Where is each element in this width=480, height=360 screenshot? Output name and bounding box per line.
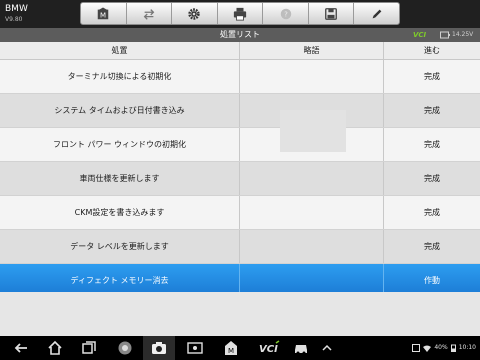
home-icon: M [98, 6, 109, 19]
vci-button[interactable]: VCI [258, 339, 280, 357]
vci-status: VCI [413, 31, 427, 39]
abbreviation-cell [240, 230, 384, 263]
abbreviation-cell [240, 196, 384, 229]
print-button[interactable] [218, 3, 264, 24]
svg-text:M: M [100, 11, 106, 19]
toolbar: M ? [80, 2, 400, 25]
app-name: BMW [5, 4, 28, 14]
diagnostics-home-button[interactable]: M [222, 339, 240, 357]
vehicle-swap-button[interactable] [127, 3, 173, 24]
action-cell: ターミナル切換による初期化 [0, 60, 240, 93]
notification-expand-button[interactable] [318, 339, 336, 357]
status-cell: 完成 [424, 242, 440, 251]
action-cell: 車両仕様を更新します [0, 162, 240, 195]
gear-icon [188, 7, 201, 20]
table-row[interactable]: CKM設定を書き込みます 完成 [0, 196, 480, 230]
title-bar: BMW V9.80 M ? [0, 0, 480, 28]
camera-button[interactable] [150, 339, 168, 357]
status-cell: 完成 [424, 208, 440, 217]
clock: 10:10 [458, 344, 476, 351]
recent-apps-icon [82, 341, 96, 354]
camera-icon [152, 342, 166, 354]
home-nav-button[interactable] [46, 339, 64, 357]
empty-area [0, 292, 480, 332]
screen-record-icon [187, 342, 203, 354]
system-status: 40% 10:10 [412, 343, 476, 353]
action-cell: フロント パワー ウィンドウの初期化 [0, 128, 240, 161]
status-cell: 完成 [424, 106, 440, 115]
home-icon: M [225, 341, 237, 355]
abbreviation-cell [240, 162, 384, 195]
voltage-readout: 14.25V [452, 31, 474, 38]
pencil-icon [372, 9, 382, 18]
action-cell: システム タイムおよび日付書き込み [0, 94, 240, 127]
svg-text:VCI: VCI [259, 344, 278, 355]
wifi-icon [423, 345, 432, 352]
app-version: V9.80 [5, 16, 23, 23]
column-header-action: 処置 [0, 42, 240, 59]
table-row[interactable]: 車両仕様を更新します 完成 [0, 162, 480, 196]
image-icon [412, 344, 421, 352]
table-row[interactable]: システム タイムおよび日付書き込み 完成 [0, 94, 480, 128]
printer-icon [233, 7, 247, 21]
home-nav-icon [48, 340, 62, 355]
recent-apps-button[interactable] [80, 339, 98, 357]
procedure-table: 処置 略語 進む ターミナル切換による初期化 完成 システム タイムおよび日付書… [0, 42, 480, 298]
screen-title: 処置リスト [220, 30, 260, 39]
chevron-up-icon [322, 344, 332, 351]
status-cell: 完成 [424, 140, 440, 149]
column-header-progress: 進む [424, 46, 440, 55]
home-button[interactable]: M [81, 3, 127, 24]
table-row[interactable]: データ レベルを更新します 完成 [0, 230, 480, 264]
column-header-abbreviation: 略語 [240, 42, 384, 59]
save-icon [325, 7, 338, 20]
help-icon: ? [280, 8, 291, 19]
screen-header: 処置リスト VCI 14.25V [0, 28, 480, 42]
table-header: 処置 略語 進む [0, 42, 480, 60]
svg-text:M: M [228, 347, 234, 355]
vci-icon: VCI [259, 340, 280, 355]
battery-icon [440, 31, 450, 39]
car-icon [295, 345, 307, 355]
abbreviation-cell [240, 60, 384, 93]
action-cell: CKM設定を書き込みます [0, 196, 240, 229]
table-row[interactable]: ターミナル切換による初期化 完成 [0, 60, 480, 94]
vehicle-button[interactable] [292, 339, 310, 357]
svg-text:?: ? [284, 10, 288, 18]
back-button[interactable] [12, 339, 30, 357]
vehicle-swap-icon [143, 8, 155, 20]
help-button[interactable]: ? [263, 3, 309, 24]
browser-button[interactable] [116, 339, 134, 357]
battery-level: 40% [434, 344, 448, 351]
abbreviation-placeholder [280, 110, 346, 152]
screen-record-button[interactable] [186, 339, 204, 357]
chrome-icon [118, 341, 132, 355]
table-row[interactable]: フロント パワー ウィンドウの初期化 完成 [0, 128, 480, 162]
settings-button[interactable] [172, 3, 218, 24]
system-navigation-bar: M VCI 40% 10:10 [0, 336, 480, 360]
status-cell: 完成 [424, 72, 440, 81]
save-button[interactable] [309, 3, 355, 24]
status-cell: 完成 [424, 174, 440, 183]
back-arrow-icon [14, 343, 27, 353]
action-cell: データ レベルを更新します [0, 230, 240, 263]
edit-button[interactable] [354, 3, 399, 24]
battery-status-icon [450, 344, 456, 352]
